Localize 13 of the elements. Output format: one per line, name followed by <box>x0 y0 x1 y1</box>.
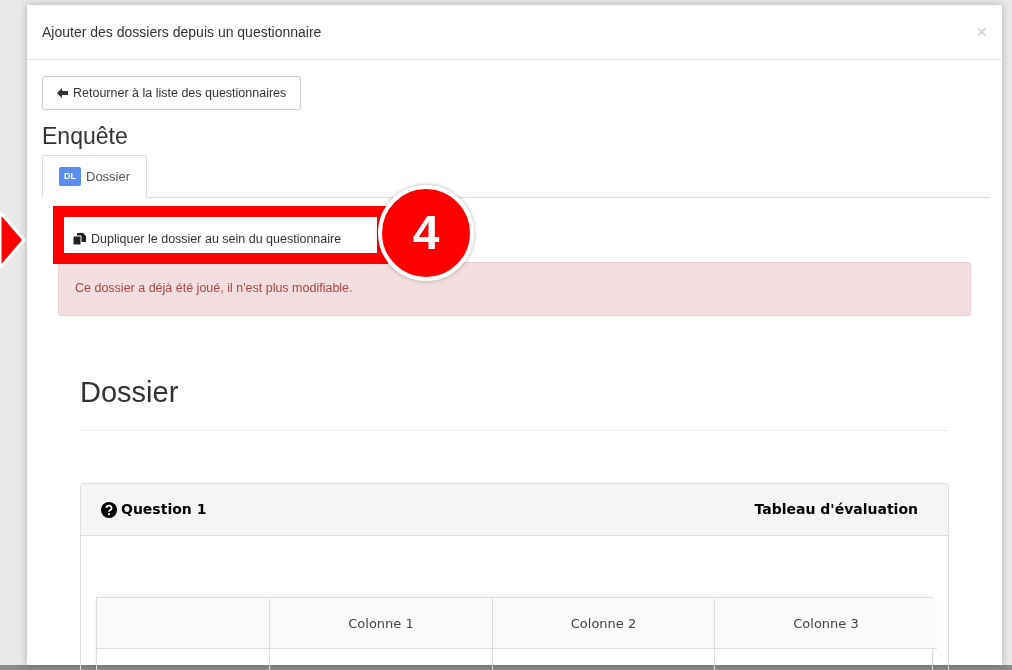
table-header-cell: Colonne 3 <box>714 598 937 650</box>
table-header-cell: Colonne 1 <box>269 598 492 650</box>
alert: Ce dossier a déjà été joué, il n'est plus modifiable. <box>58 261 971 316</box>
dossier-heading: Dossier <box>80 375 179 408</box>
table-header-cell: Colonne 2 <box>492 598 714 650</box>
tab[interactable]: DL Dossier <box>42 155 148 198</box>
question-title: Question 1 <box>121 500 207 520</box>
question-type: Tableau d'évaluation <box>754 500 918 520</box>
tab-badge: DL <box>59 166 81 187</box>
survey-title: Enquête <box>42 122 129 150</box>
duplicate-link[interactable]: Dupliquer le dossier au sein du questionnaire <box>91 230 342 249</box>
dialog-title: Ajouter des dossiers depuis un questionnaire <box>42 22 322 42</box>
back-button[interactable]: Retourner à la liste des questionnaires <box>42 76 302 110</box>
